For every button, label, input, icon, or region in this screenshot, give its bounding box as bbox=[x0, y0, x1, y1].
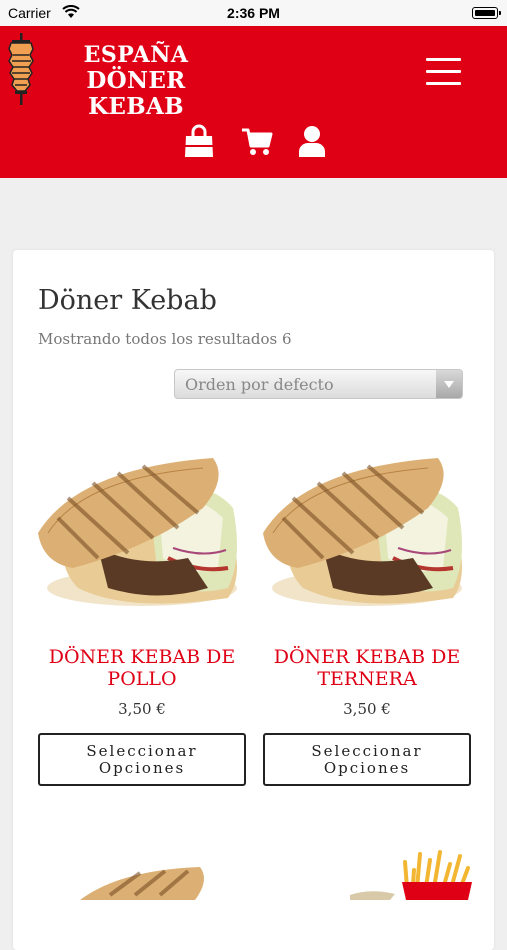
product-image[interactable] bbox=[38, 438, 246, 620]
page-title: Döner Kebab bbox=[38, 285, 217, 316]
product-name-link[interactable]: DÖNER KEBAB DE POLLO bbox=[38, 646, 246, 690]
app-header: ESPAÑA DÖNER KEBAB bbox=[0, 26, 507, 178]
select-options-button[interactable]: Seleccionar Opciones bbox=[38, 733, 246, 786]
brand-line-2: DÖNER KEBAB bbox=[86, 67, 186, 120]
select-options-button[interactable]: Seleccionar Opciones bbox=[263, 733, 471, 786]
product-price: 3,50 € bbox=[343, 700, 391, 718]
product-price: 3,50 € bbox=[118, 700, 166, 718]
product-image[interactable] bbox=[80, 865, 220, 900]
menu-bar bbox=[426, 70, 461, 73]
status-time: 2:36 PM bbox=[227, 5, 280, 21]
sort-order-select[interactable]: Orden por defecto bbox=[174, 369, 463, 399]
menu-bar bbox=[426, 58, 461, 61]
product-name-link[interactable]: DÖNER KEBAB DE TERNERA bbox=[263, 646, 471, 690]
logo-kebab-icon bbox=[8, 33, 34, 105]
user-icon[interactable] bbox=[298, 125, 326, 157]
menu-icon[interactable] bbox=[424, 54, 464, 88]
result-count: Mostrando todos los resultados 6 bbox=[38, 330, 292, 348]
header-icon-bar bbox=[0, 124, 507, 164]
battery-icon bbox=[472, 7, 501, 19]
brand-line-1: ESPAÑA bbox=[83, 42, 189, 68]
status-bar: Carrier 2:36 PM bbox=[0, 0, 507, 26]
cart-icon[interactable] bbox=[241, 127, 273, 157]
product-image[interactable] bbox=[350, 850, 480, 900]
product-image[interactable] bbox=[263, 438, 471, 620]
sort-selected-value: Orden por defecto bbox=[185, 375, 334, 394]
chevron-down-icon bbox=[436, 370, 462, 398]
menu-bar bbox=[426, 82, 461, 85]
shopping-bag-icon[interactable] bbox=[182, 124, 216, 160]
brand-title: ESPAÑA DÖNER KEBAB bbox=[38, 42, 234, 120]
